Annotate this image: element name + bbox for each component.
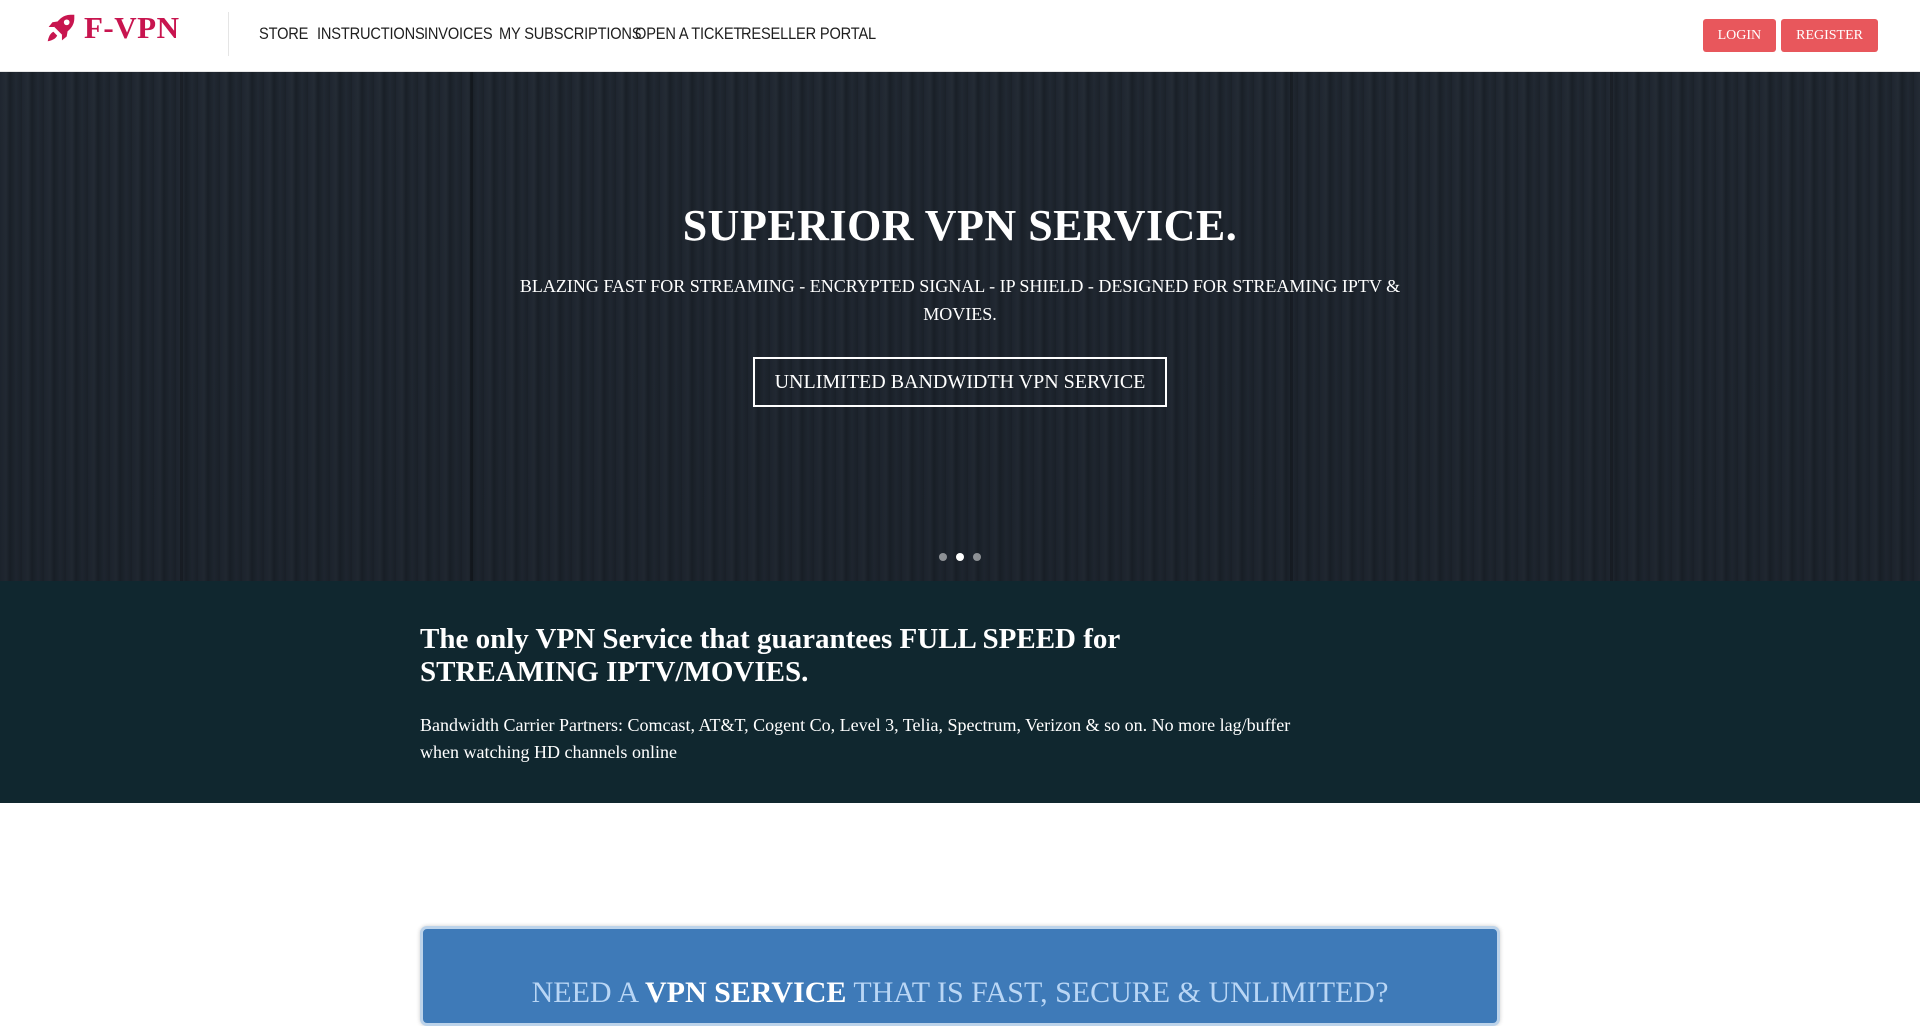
main-nav: STORE INSTRUCTIONS INVOICES MY SUBSCRIPT… [259, 24, 876, 44]
server-rack-decoration [470, 72, 473, 581]
nav-my-subscriptions[interactable]: MY SUBSCRIPTIONS [499, 24, 642, 44]
unlimited-bandwidth-button[interactable]: UNLIMITED BANDWIDTH VPN SERVICE [753, 357, 1167, 407]
rocket-icon [47, 14, 75, 42]
server-rack-decoration [180, 72, 183, 581]
header-divider [228, 12, 229, 56]
hero-title: SUPERIOR VPN SERVICE. [682, 201, 1238, 250]
slider-dots [939, 553, 981, 561]
nav-store[interactable]: STORE [259, 24, 308, 44]
nav-open-a-ticket[interactable]: OPEN A TICKET [635, 24, 742, 44]
brand-name: F-VPN [84, 10, 180, 45]
speed-guarantee-section: The only VPN Service that guarantees FUL… [0, 581, 1920, 803]
site-header: F-VPN STORE INSTRUCTIONS INVOICES MY SUB… [0, 0, 1920, 72]
hero-slider: SUPERIOR VPN SERVICE. BLAZING FAST FOR S… [0, 72, 1920, 581]
register-button[interactable]: REGISTER [1781, 19, 1878, 52]
login-button[interactable]: LOGIN [1702, 19, 1777, 52]
slider-dot-1[interactable] [939, 553, 947, 561]
slider-dot-2[interactable] [956, 553, 964, 561]
slider-dot-3[interactable] [973, 553, 981, 561]
nav-reseller-portal[interactable]: RESELLER PORTAL [741, 24, 876, 44]
promo-box: NEED A VPN SERVICE THAT IS FAST, SECURE … [420, 926, 1500, 1026]
nav-instructions[interactable]: INSTRUCTIONS [317, 24, 425, 44]
section-description: Bandwidth Carrier Partners: Comcast, AT&… [420, 715, 1291, 762]
promo-heading: NEED A VPN SERVICE THAT IS FAST, SECURE … [423, 976, 1497, 1010]
brand-logo[interactable]: F-VPN [42, 8, 179, 48]
nav-invoices[interactable]: INVOICES [424, 24, 493, 44]
auth-buttons: LOGIN REGISTER [1702, 19, 1878, 52]
server-rack-decoration [1610, 72, 1613, 581]
section-heading: The only VPN Service that guarantees FUL… [420, 623, 1120, 688]
hero-subtitle: BLAZING FAST FOR STREAMING - ENCRYPTED S… [519, 276, 1401, 324]
